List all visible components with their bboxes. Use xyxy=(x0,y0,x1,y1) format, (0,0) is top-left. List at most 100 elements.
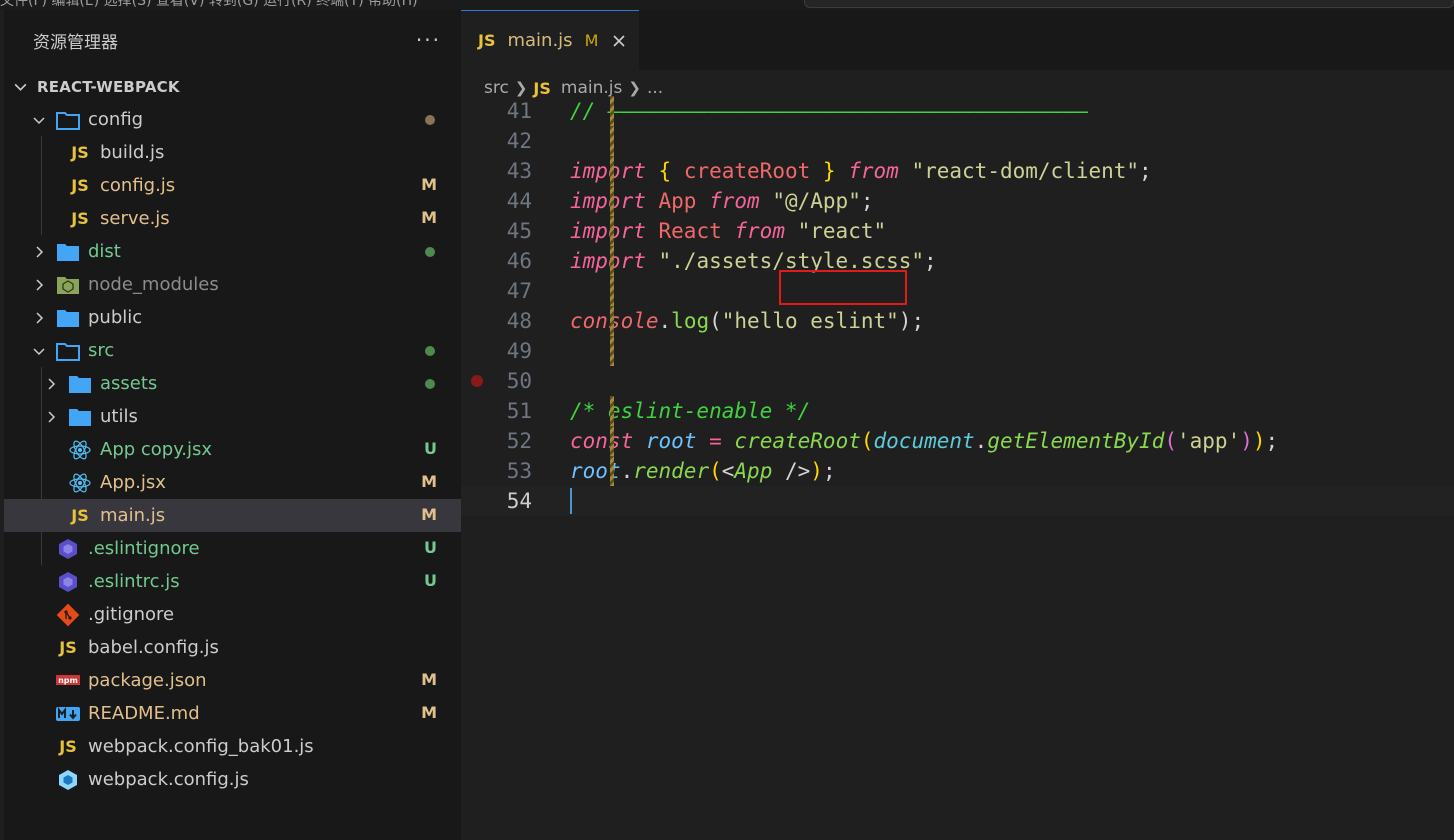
javascript-file-icon: JS xyxy=(478,31,496,50)
code-line: 48 console.log("hello eslint"); xyxy=(461,306,1454,336)
tree-item-eslintignore[interactable]: .eslintignore U xyxy=(4,532,461,565)
tree-item-build-js[interactable]: JS build.js xyxy=(4,136,461,169)
javascript-file-icon: JS xyxy=(533,78,551,98)
string: "hello eslint" xyxy=(721,309,899,333)
line-number: 53 xyxy=(506,459,532,483)
tree-item-readme-md[interactable]: README.md M xyxy=(4,697,461,730)
tab-label: main.js xyxy=(507,30,573,51)
string: "@/App" xyxy=(772,189,861,213)
tree-item-label: config xyxy=(88,109,144,130)
punctuation: ; xyxy=(1265,429,1279,453)
git-status-badge: M xyxy=(421,505,437,524)
code-line: 51 /* eslint-enable */ xyxy=(461,396,1454,426)
javascript-file-icon: JS xyxy=(59,737,77,756)
code-line: 53 root.render(<App />); xyxy=(461,456,1454,486)
code-line: 49 xyxy=(461,336,1454,366)
tree-item-label: App.jsx xyxy=(100,472,166,493)
keyword: from xyxy=(709,189,760,213)
tree-item-label: App copy.jsx xyxy=(100,439,213,460)
code-line: 46 import "./assets/style.scss"; xyxy=(461,246,1454,276)
editor-area: JS main.js M src ❯ JS main.js ❯ ... 41 /… xyxy=(461,10,1454,840)
tree-item-label: serve.js xyxy=(100,208,170,229)
project-section-header[interactable]: REACT-WEBPACK xyxy=(4,70,461,103)
punctuation: ; xyxy=(924,249,937,273)
tree-item-label: .eslintrc.js xyxy=(88,571,180,592)
code-editor[interactable]: 41 // ——————————————————————————————————… xyxy=(461,96,1454,840)
tree-item-label: assets xyxy=(100,373,158,394)
code-line-current: 54 xyxy=(461,486,1454,516)
chevron-right-icon xyxy=(30,276,48,294)
string: "react-dom/client" xyxy=(911,159,1140,183)
breadcrumb-more[interactable]: ... xyxy=(647,78,663,98)
node-folder-icon xyxy=(56,273,80,297)
tree-item-assets[interactable]: assets xyxy=(4,367,461,400)
javascript-file-icon: JS xyxy=(71,176,89,195)
keyword: from xyxy=(734,219,785,243)
close-icon[interactable] xyxy=(610,32,628,50)
tree-item-app-jsx[interactable]: App.jsx M xyxy=(4,466,461,499)
chevron-right-icon xyxy=(42,375,60,393)
chevron-down-icon xyxy=(14,83,27,91)
chevron-right-icon: ❯ xyxy=(514,79,528,97)
tree-item-webpack-config-js[interactable]: webpack.config.js xyxy=(4,763,461,796)
javascript-file-icon: JS xyxy=(71,143,89,162)
tree-item-label: utils xyxy=(100,406,138,427)
code-line: 44 import App from "@/App"; xyxy=(461,186,1454,216)
code-line: 41 // ——————————————————————————————————… xyxy=(461,96,1454,126)
line-number: 47 xyxy=(506,279,532,303)
chevron-right-icon xyxy=(30,243,48,261)
code-line: 50 xyxy=(461,366,1454,396)
more-actions-icon[interactable]: ··· xyxy=(416,28,441,52)
tab-main-js[interactable]: JS main.js M xyxy=(461,10,639,70)
breadcrumb-folder[interactable]: src xyxy=(484,78,509,98)
project-name: REACT-WEBPACK xyxy=(37,77,180,96)
comment: // —————————————————————————————————————… xyxy=(570,99,1089,123)
tree-item-dist[interactable]: dist xyxy=(4,235,461,268)
git-status-badge: M xyxy=(421,175,437,194)
tree-item-config[interactable]: config xyxy=(4,103,461,136)
tree-item-package-json[interactable]: npm package.json M xyxy=(4,664,461,697)
tree-item-eslintrc-js[interactable]: .eslintrc.js U xyxy=(4,565,461,598)
tree-item-label: babel.config.js xyxy=(88,637,219,658)
punctuation: ; xyxy=(911,309,925,333)
tree-item-main-js[interactable]: JS main.js M xyxy=(4,499,461,532)
tree-item-webpack-config-bak01-js[interactable]: JS webpack.config_bak01.js xyxy=(4,730,461,763)
function-name: render xyxy=(633,459,710,483)
tree-item-config-js[interactable]: JS config.js M xyxy=(4,169,461,202)
tree-item-gitignore[interactable]: .gitignore xyxy=(4,598,461,631)
identifier: document xyxy=(873,429,975,453)
breakpoint-icon[interactable] xyxy=(471,375,483,387)
brace: ) xyxy=(810,459,823,483)
breadcrumb-file[interactable]: main.js xyxy=(561,78,622,98)
tree-item-app-copy-jsx[interactable]: App copy.jsx U xyxy=(4,433,461,466)
punctuation: . xyxy=(974,429,988,453)
keyword: import xyxy=(570,249,646,273)
line-number: 44 xyxy=(506,189,532,213)
line-number: 41 xyxy=(506,99,532,123)
chevron-down-icon xyxy=(30,342,48,360)
tree-item-serve-js[interactable]: JS serve.js M xyxy=(4,202,461,235)
tree-item-node-modules[interactable]: node_modules xyxy=(4,268,461,301)
tree-item-label: webpack.config_bak01.js xyxy=(88,736,314,757)
tree-item-utils[interactable]: utils xyxy=(4,400,461,433)
status-dot xyxy=(425,115,435,125)
menu-bar[interactable]: 文件(F) 编辑(E) 选择(S) 查看(V) 转到(G) 运行(R) 终端(T… xyxy=(0,0,418,10)
line-number: 46 xyxy=(506,249,532,273)
tree-item-src[interactable]: src xyxy=(4,334,461,367)
punctuation: ; xyxy=(822,459,836,483)
text-cursor xyxy=(570,488,572,514)
eslint-icon xyxy=(56,570,80,594)
git-status-badge: U xyxy=(424,538,437,557)
javascript-file-icon: JS xyxy=(59,638,77,657)
brace: } xyxy=(822,159,836,183)
git-status-badge: M xyxy=(421,208,437,227)
tree-item-babel-config-js[interactable]: JS babel.config.js xyxy=(4,631,461,664)
keyword: import xyxy=(570,189,646,213)
tree-item-public[interactable]: public xyxy=(4,301,461,334)
command-center-search[interactable] xyxy=(804,0,1454,8)
tree-item-label: package.json xyxy=(88,670,207,691)
git-icon xyxy=(56,603,80,627)
keyword: const xyxy=(570,429,634,453)
status-dot xyxy=(425,346,435,356)
explorer-header: 资源管理器 xyxy=(4,10,461,70)
